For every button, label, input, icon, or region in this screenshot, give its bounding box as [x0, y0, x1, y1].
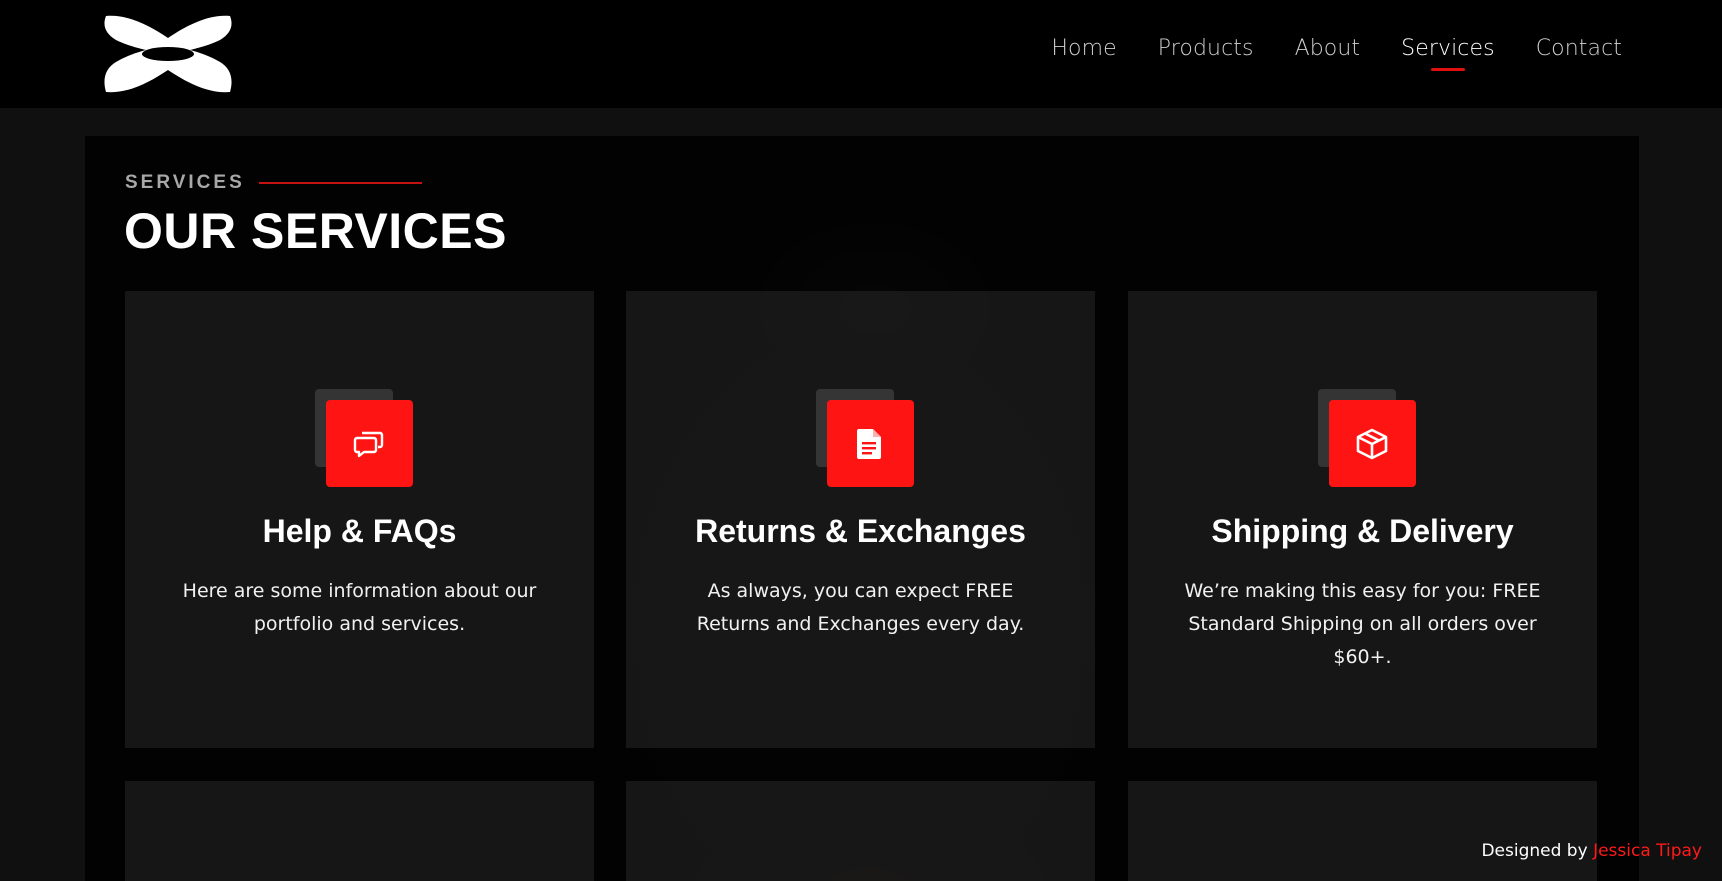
document-icon	[857, 428, 881, 459]
designer-credit: Designed by Jessica Tipay	[1481, 841, 1702, 861]
section-eyebrow: SERVICES	[125, 172, 422, 194]
package-box-icon	[1356, 428, 1388, 459]
brand-logo[interactable]	[98, 12, 238, 96]
service-description: Here are some information about our port…	[182, 580, 537, 635]
service-card-shipping[interactable]: Shipping & Delivery We’re making this ea…	[1128, 291, 1597, 748]
credit-author-link[interactable]: Jessica Tipay	[1593, 841, 1702, 861]
section-title: OUR SERVICES	[124, 203, 507, 259]
credit-prefix: Designed by	[1481, 841, 1588, 861]
service-card-help[interactable]: Help & FAQs Here are some information ab…	[125, 291, 594, 748]
chat-bubbles-icon	[353, 431, 384, 457]
service-title: Shipping & Delivery	[1211, 513, 1514, 549]
icon-tile	[325, 400, 413, 487]
nav-home-link[interactable]: Home	[1051, 36, 1116, 61]
eyebrow-divider	[258, 182, 422, 184]
service-card-row2-2[interactable]	[626, 781, 1095, 881]
service-description: We’re making this easy for you: FREE Sta…	[1184, 580, 1541, 668]
section-eyebrow-label: SERVICES	[125, 172, 245, 193]
service-description: As always, you can expect FREE Returns a…	[696, 580, 1025, 635]
nav-services-link[interactable]: Services	[1401, 36, 1495, 71]
service-icon-tile	[314, 389, 413, 487]
under-armour-logo-icon	[104, 15, 232, 93]
service-icon-tile	[815, 389, 914, 487]
service-title: Returns & Exchanges	[695, 513, 1026, 549]
main-nav: Home Products About Services Contact	[1051, 36, 1622, 71]
nav-about-link[interactable]: About	[1295, 36, 1361, 61]
icon-tile	[826, 400, 914, 487]
service-icon-tile	[1317, 389, 1416, 487]
service-title: Help & FAQs	[262, 513, 457, 549]
nav-contact-link[interactable]: Contact	[1536, 36, 1622, 61]
services-section: SERVICES OUR SERVICES Help & FAQs Here a…	[85, 136, 1639, 881]
service-card-returns[interactable]: Returns & Exchanges As always, you can e…	[626, 291, 1095, 748]
nav-products-link[interactable]: Products	[1158, 36, 1254, 61]
service-card-row2-1[interactable]	[125, 781, 594, 881]
icon-tile	[1328, 400, 1416, 487]
site-header: Home Products About Services Contact	[0, 0, 1722, 108]
service-card-row2-3[interactable]	[1128, 781, 1597, 881]
